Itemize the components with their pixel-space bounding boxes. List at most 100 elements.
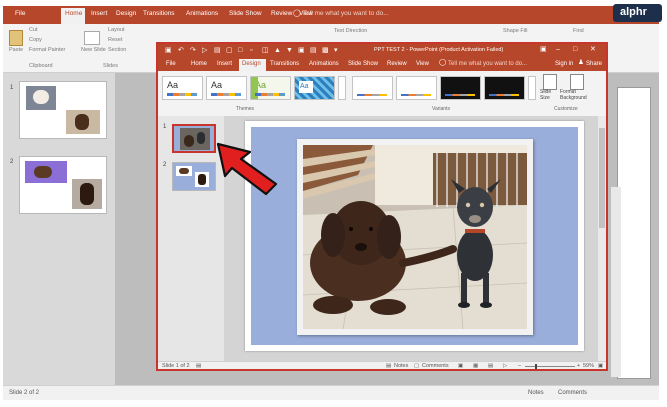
title-bar: ▣ ↶ ↷ ▷ ▤ ▢ □ ▫ ◫ ▲ ▼ ▣ ▤ ▩ ▾ PPT TEST 2… [158,44,606,58]
dogs-picture [303,145,527,329]
tell-me-box[interactable]: Tell me what you want to do... [448,61,527,67]
save-icon[interactable]: ▣ [165,47,172,54]
outer-find-button[interactable]: Find [573,28,584,35]
outer-slide-thumbnail-2[interactable] [19,156,107,214]
outer-paste-button[interactable]: Paste [9,47,23,54]
undo-icon[interactable]: ↶ [178,47,184,54]
outer-new-slide-icon [84,31,100,45]
outer-thumb-dog [33,90,49,104]
align-icon[interactable]: ▫ [250,47,252,54]
tab-design[interactable]: Design [239,59,266,71]
status-bar: Slide 1 of 2 ▤ ▤ Notes ▢ Comments ▣ ▦ ▤ … [158,361,606,369]
outer-section-button[interactable]: Section [108,47,126,54]
customize-qat-icon[interactable]: ▾ [334,47,338,54]
tab-view[interactable]: View [416,61,429,67]
redo-icon[interactable]: ↷ [190,47,196,54]
close-button[interactable]: ✕ [590,46,596,53]
variant-2[interactable] [396,76,437,100]
comments-button[interactable]: Comments [422,363,449,369]
outer-shape-fill-button[interactable]: Shape Fill [503,28,527,35]
text-box-icon[interactable]: ▤ [310,47,317,54]
arrange-icon[interactable]: ◫ [262,47,269,54]
bring-forward-icon[interactable]: ▲ [274,47,281,54]
print-preview-icon[interactable]: ▤ [214,47,221,54]
variant-4[interactable] [484,76,525,100]
design-ribbon: Aa Aa Aa Aa Themes Variants Slide Size F… [158,71,606,117]
tab-slide-show[interactable]: Slide Show [348,61,378,67]
sign-in-link[interactable]: Sign in [555,61,573,67]
start-from-beginning-icon[interactable]: ▷ [202,47,207,54]
picture-icon[interactable]: ▩ [322,47,329,54]
outer-tab-home[interactable]: Home [61,8,85,24]
outer-tab-review[interactable]: Review [271,10,292,18]
outer-slide-number: 2 [10,159,14,165]
slide-sorter-icon[interactable]: ▦ [473,363,478,369]
tab-file[interactable]: File [166,61,176,67]
outer-cut-button[interactable]: Cut [29,27,38,34]
variant-1[interactable] [352,76,393,100]
outer-tab-design[interactable]: Design [116,10,136,18]
outer-tab-file[interactable]: File [15,10,25,18]
outer-comments-button[interactable]: Comments [558,390,587,396]
zoom-level[interactable]: 59% [583,363,594,369]
thumb-dog [197,132,205,144]
format-background-icon [570,74,584,90]
outer-text-direction-button[interactable]: Text Direction [334,28,367,35]
send-backward-icon[interactable]: ▼ [286,47,293,54]
outer-notes-button[interactable]: Notes [528,390,544,396]
format-background-button[interactable]: Format Background [560,89,600,102]
zoom-slider-handle[interactable] [535,364,537,369]
vertical-scrollbar[interactable] [598,116,606,361]
outer-paste-icon [9,30,23,46]
minimize-button[interactable]: – [556,46,560,53]
spelling-icon[interactable]: ▤ [196,363,201,369]
outer-tab-transitions[interactable]: Transitions [143,10,175,18]
outer-slide-thumbnail-1[interactable] [19,81,107,139]
theme-integral[interactable]: Aa [294,76,335,100]
outer-layout-button[interactable]: Layout [108,27,125,34]
outer-tab-animations[interactable]: Animations [186,10,218,18]
group-icon[interactable]: ▣ [298,47,305,54]
normal-view-icon[interactable]: ▣ [458,363,463,369]
outer-tab-insert[interactable]: Insert [91,10,107,18]
theme-office-2[interactable]: Aa [206,76,247,100]
lightbulb-icon: ◯ [439,59,447,66]
zoom-in-button[interactable]: + [577,363,580,369]
tab-home[interactable]: Home [191,61,207,67]
outer-tell-me[interactable]: Tell me what you want to do... [303,10,389,18]
slide-size-button[interactable]: Slide Size [540,89,556,102]
current-slide[interactable] [245,121,584,351]
fit-slide-icon[interactable]: ▣ [598,363,603,369]
themes-more-icon[interactable] [338,76,346,100]
outer-new-slide-button[interactable]: New Slide [81,47,106,54]
zoom-out-button[interactable]: – [518,363,521,369]
variants-more-icon[interactable] [528,76,536,100]
theme-facet[interactable]: Aa [250,76,291,100]
outer-slides-group-label: Slides [103,63,118,69]
shapes-icon[interactable]: □ [238,47,242,54]
reading-view-icon[interactable]: ▤ [488,363,493,369]
variant-3[interactable] [440,76,481,100]
tab-animations[interactable]: Animations [309,61,339,67]
select-icon[interactable]: ▢ [226,47,233,54]
share-icon: ♟ [578,59,584,66]
outer-format-painter-button[interactable]: Format Painter [29,47,65,54]
maximize-button[interactable]: □ [573,46,577,53]
tab-transitions[interactable]: Transitions [270,61,299,67]
dog-photo[interactable] [297,139,533,335]
theme-office[interactable]: Aa [162,76,203,100]
outer-tab-slideshow[interactable]: Slide Show [229,10,262,18]
zoom-slider[interactable] [525,366,575,367]
comments-icon: ▢ [414,363,420,369]
tab-insert[interactable]: Insert [217,61,232,67]
scrollbar-thumb[interactable] [599,128,605,228]
slide-size-icon [543,74,557,90]
tab-review[interactable]: Review [387,61,407,67]
share-button[interactable]: Share [586,61,602,67]
outer-copy-button[interactable]: Copy [29,37,42,44]
notes-button[interactable]: Notes [394,363,408,369]
variants-group-label: Variants [432,106,450,112]
ribbon-display-options-icon[interactable]: ▣ [540,46,547,53]
outer-reset-button[interactable]: Reset [108,37,122,44]
slide-show-icon[interactable]: ▷ [503,363,507,369]
